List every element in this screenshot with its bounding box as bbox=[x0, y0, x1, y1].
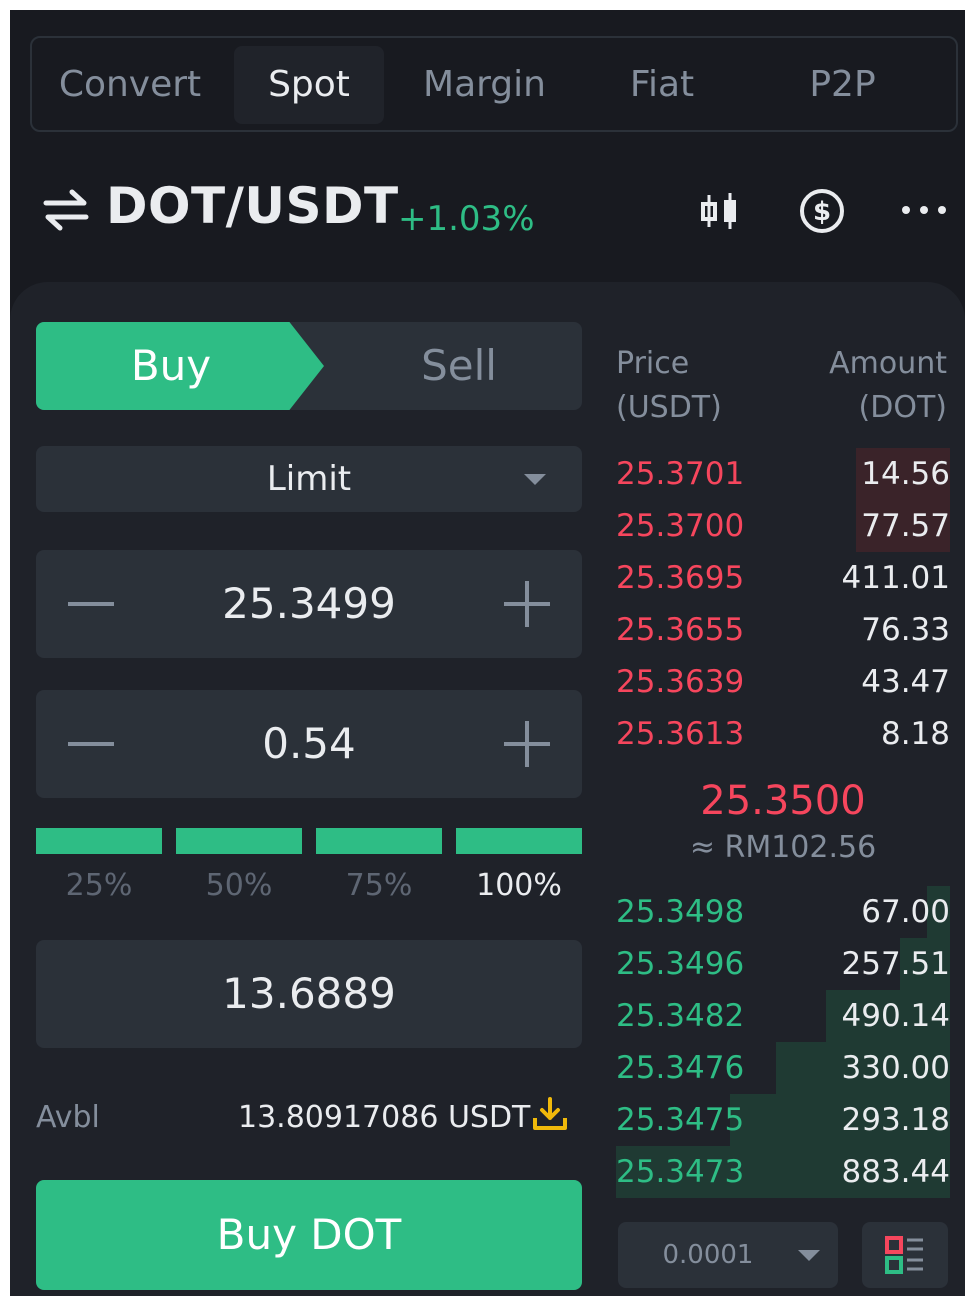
percent-slider-25[interactable] bbox=[36, 828, 162, 854]
bid-price: 25.3476 bbox=[616, 1050, 745, 1086]
plus-icon bbox=[525, 581, 529, 627]
percent-label-75[interactable]: 75% bbox=[316, 868, 442, 903]
bid-row[interactable]: 25.3498 67.00 bbox=[616, 886, 950, 938]
last-price[interactable]: 25.3500 bbox=[616, 778, 950, 824]
percent-slider-50[interactable] bbox=[176, 828, 302, 854]
orderbook-layout-button[interactable] bbox=[862, 1222, 948, 1288]
orderbook-amount-header: Amount (DOT) bbox=[829, 342, 947, 430]
pair-name[interactable]: DOT/USDT bbox=[106, 177, 399, 235]
tab-convert[interactable]: Convert bbox=[50, 46, 210, 124]
ask-price: 25.3655 bbox=[616, 612, 745, 648]
orderbook-price-header: Price (USDT) bbox=[616, 342, 722, 430]
ask-row[interactable]: 25.3655 76.33 bbox=[616, 604, 950, 656]
bid-row[interactable]: 25.3473 883.44 bbox=[616, 1146, 950, 1198]
ask-price: 25.3695 bbox=[616, 560, 745, 596]
bid-price: 25.3482 bbox=[616, 998, 745, 1034]
bid-price: 25.3475 bbox=[616, 1102, 745, 1138]
decrease-amount-button[interactable] bbox=[68, 742, 114, 746]
app-frame: Convert Spot Margin Fiat P2P DOT/USDT +1… bbox=[10, 10, 965, 1296]
percent-label-100[interactable]: 100% bbox=[456, 868, 582, 903]
deposit-icon[interactable] bbox=[532, 1096, 568, 1132]
bid-amount: 257.51 bbox=[841, 946, 950, 982]
bid-price: 25.3473 bbox=[616, 1154, 745, 1190]
total-input: 13.6889 bbox=[222, 969, 396, 1018]
ask-amount: 411.01 bbox=[841, 560, 950, 596]
candlestick-icon[interactable] bbox=[698, 191, 742, 231]
bid-amount: 490.14 bbox=[841, 998, 950, 1034]
ask-row[interactable]: 25.3700 77.57 bbox=[616, 500, 950, 552]
amount-input[interactable]: 0.54 bbox=[136, 690, 482, 798]
tick-size-value: 0.0001 bbox=[662, 1240, 754, 1270]
last-price-fiat: ≈ RM102.56 bbox=[689, 830, 877, 865]
price-header-unit: (USDT) bbox=[616, 390, 722, 425]
bid-amount: 883.44 bbox=[841, 1154, 950, 1190]
tab-p2p[interactable]: P2P bbox=[780, 46, 905, 124]
sell-tab[interactable]: Sell bbox=[336, 322, 582, 410]
bid-row[interactable]: 25.3476 330.00 bbox=[616, 1042, 950, 1094]
amount-header-label: Amount bbox=[829, 346, 947, 381]
ask-row[interactable]: 25.3639 43.47 bbox=[616, 656, 950, 708]
swap-arrows-icon[interactable] bbox=[42, 189, 90, 231]
buy-tab[interactable]: Buy bbox=[36, 322, 306, 410]
percent-slider-100[interactable] bbox=[456, 828, 582, 854]
ask-amount: 14.56 bbox=[861, 456, 950, 492]
bid-amount: 67.00 bbox=[861, 894, 950, 930]
bid-row[interactable]: 25.3496 257.51 bbox=[616, 938, 950, 990]
percent-label-25[interactable]: 25% bbox=[36, 868, 162, 903]
trade-panel: Buy Sell Limit 25.3499 0.54 25% 50% 75% … bbox=[10, 282, 965, 1296]
decrease-price-button[interactable] bbox=[68, 602, 114, 606]
ask-row[interactable]: 25.3613 8.18 bbox=[616, 708, 950, 760]
tab-spot[interactable]: Spot bbox=[234, 46, 384, 124]
amount-stepper: 0.54 bbox=[36, 690, 582, 798]
svg-text:$: $ bbox=[813, 197, 831, 227]
buy-dot-button[interactable]: Buy DOT bbox=[36, 1180, 582, 1290]
percent-slider-75[interactable] bbox=[316, 828, 442, 854]
tab-fiat[interactable]: Fiat bbox=[612, 46, 712, 124]
total-field[interactable]: 13.6889 bbox=[36, 940, 582, 1048]
ask-price: 25.3639 bbox=[616, 664, 745, 700]
pair-change-percent: +1.03% bbox=[398, 199, 535, 239]
ask-amount: 8.18 bbox=[880, 716, 950, 752]
chevron-down-icon bbox=[798, 1250, 820, 1261]
bid-price: 25.3498 bbox=[616, 894, 745, 930]
bid-row[interactable]: 25.3482 490.14 bbox=[616, 990, 950, 1042]
ask-price: 25.3613 bbox=[616, 716, 745, 752]
price-input[interactable]: 25.3499 bbox=[136, 550, 482, 658]
ask-row[interactable]: 25.3701 14.56 bbox=[616, 448, 950, 500]
price-stepper: 25.3499 bbox=[36, 550, 582, 658]
available-balance: 13.80917086 USDT bbox=[238, 1100, 531, 1135]
ask-amount: 76.33 bbox=[861, 612, 950, 648]
buy-sell-toggle: Buy Sell bbox=[36, 322, 582, 410]
ask-row[interactable]: 25.3695 411.01 bbox=[616, 552, 950, 604]
bid-amount: 330.00 bbox=[841, 1050, 950, 1086]
orderbook-layout-icon bbox=[885, 1236, 923, 1274]
price-header-label: Price bbox=[616, 346, 690, 381]
plus-icon bbox=[525, 721, 529, 767]
ask-price: 25.3700 bbox=[616, 508, 745, 544]
bid-price: 25.3496 bbox=[616, 946, 745, 982]
available-label: Avbl bbox=[36, 1100, 100, 1135]
more-dots-icon[interactable] bbox=[898, 195, 950, 225]
chevron-down-icon bbox=[524, 474, 546, 485]
bid-row[interactable]: 25.3475 293.18 bbox=[616, 1094, 950, 1146]
ask-amount: 77.57 bbox=[861, 508, 950, 544]
order-type-select[interactable]: Limit bbox=[36, 446, 582, 512]
order-type-value: Limit bbox=[266, 459, 352, 499]
ask-amount: 43.47 bbox=[861, 664, 950, 700]
percent-label-50[interactable]: 50% bbox=[176, 868, 302, 903]
bid-amount: 293.18 bbox=[841, 1102, 950, 1138]
ask-price: 25.3701 bbox=[616, 456, 745, 492]
amount-header-unit: (DOT) bbox=[858, 390, 947, 425]
pair-header: DOT/USDT +1.03% $ bbox=[42, 175, 952, 245]
dollar-circle-icon[interactable]: $ bbox=[798, 187, 846, 235]
tab-margin[interactable]: Margin bbox=[412, 46, 557, 124]
trade-mode-tabs: Convert Spot Margin Fiat P2P bbox=[30, 36, 958, 132]
tick-size-select[interactable]: 0.0001 bbox=[618, 1222, 838, 1288]
